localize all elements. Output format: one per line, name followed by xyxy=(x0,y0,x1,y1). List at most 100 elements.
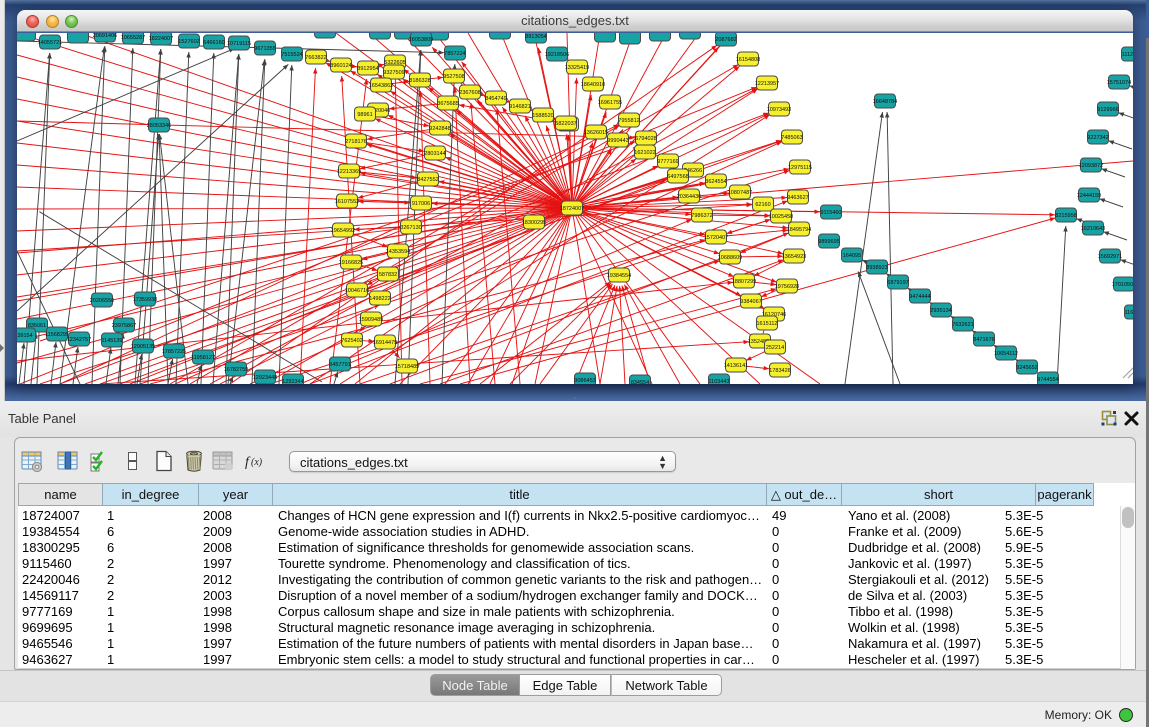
svg-text:12975115: 12975115 xyxy=(788,165,812,171)
svg-text:12213369: 12213369 xyxy=(337,169,361,175)
svg-text:8912954: 8912954 xyxy=(357,66,378,72)
svg-text:13325419: 13325419 xyxy=(565,65,589,71)
svg-text:15720407: 15720407 xyxy=(704,235,728,241)
svg-text:16107552: 16107552 xyxy=(335,199,359,205)
svg-text:1527602: 1527602 xyxy=(178,39,199,45)
svg-text:16782759: 16782759 xyxy=(224,367,248,373)
svg-text:14353594: 14353594 xyxy=(386,249,410,255)
svg-text:9671355: 9671355 xyxy=(254,46,275,52)
svg-text:9990443: 9990443 xyxy=(607,138,628,144)
svg-text:18724007: 18724007 xyxy=(560,206,584,212)
svg-text:11958127: 11958127 xyxy=(191,355,215,361)
svg-text:1145139: 1145139 xyxy=(101,338,122,344)
svg-text:12444159: 12444159 xyxy=(1077,193,1101,199)
svg-text:16648784: 16648784 xyxy=(873,99,897,105)
svg-text:16961755: 16961755 xyxy=(598,100,622,106)
svg-text:19218506: 19218506 xyxy=(545,52,569,58)
svg-text:9245652: 9245652 xyxy=(1016,365,1037,371)
svg-text:12093872: 12093872 xyxy=(1079,163,1103,169)
svg-text:8471676: 8471676 xyxy=(973,337,994,343)
svg-text:14136141: 14136141 xyxy=(724,363,748,369)
svg-text:1588520: 1588520 xyxy=(532,113,553,119)
svg-text:9129966: 9129966 xyxy=(1097,107,1118,113)
svg-text:10807487: 10807487 xyxy=(728,190,752,196)
svg-text:9457791: 9457791 xyxy=(329,362,350,368)
svg-text:9086453: 9086453 xyxy=(574,378,595,384)
svg-text:18224007: 18224007 xyxy=(149,36,173,42)
svg-text:6794028: 6794028 xyxy=(635,136,656,142)
svg-text:252214: 252214 xyxy=(766,345,784,351)
svg-text:9463627: 9463627 xyxy=(787,195,808,201)
svg-text:8427552: 8427552 xyxy=(417,177,438,183)
svg-text:10719115: 10719115 xyxy=(227,41,251,47)
svg-text:12213957: 12213957 xyxy=(755,81,779,87)
svg-text:6497568: 6497568 xyxy=(667,174,688,180)
svg-text:1621022: 1621022 xyxy=(634,150,655,156)
svg-text:9384067: 9384067 xyxy=(740,299,761,305)
svg-text:3675685: 3675685 xyxy=(437,101,458,107)
svg-text:19384554: 19384554 xyxy=(607,273,631,279)
svg-text:587832: 587832 xyxy=(379,272,397,278)
svg-text:15909489: 15909489 xyxy=(359,317,383,323)
svg-text:7515524: 7515524 xyxy=(281,52,302,58)
svg-text:9227342: 9227342 xyxy=(1087,135,1108,141)
svg-text:20691406: 20691406 xyxy=(93,33,117,39)
svg-text:16543862: 16543862 xyxy=(369,83,393,89)
svg-text:18495794: 18495794 xyxy=(787,227,811,233)
svg-text:3624554: 3624554 xyxy=(705,179,726,185)
svg-text:8215958: 8215958 xyxy=(1055,213,1076,219)
svg-text:98961: 98961 xyxy=(357,112,372,118)
svg-text:10655287: 10655287 xyxy=(121,35,145,41)
svg-text:17359938: 17359938 xyxy=(133,297,157,303)
svg-text:10654112: 10654112 xyxy=(994,351,1018,357)
svg-text:20364436: 20364436 xyxy=(677,194,701,200)
svg-text:7955812: 7955812 xyxy=(618,118,639,124)
svg-text:10025458: 10025458 xyxy=(769,214,793,220)
svg-text:16053809: 16053809 xyxy=(409,37,433,43)
svg-text:8938923: 8938923 xyxy=(866,265,887,271)
svg-text:7485063: 7485063 xyxy=(781,135,802,141)
svg-text:18640910: 18640910 xyxy=(581,82,605,88)
svg-text:15692971: 15692971 xyxy=(1098,254,1122,260)
svg-text:1292344: 1292344 xyxy=(282,379,303,384)
svg-text:1783426: 1783426 xyxy=(769,368,790,374)
svg-text:1103443: 1103443 xyxy=(708,379,729,384)
svg-text:2367608: 2367608 xyxy=(459,90,480,96)
svg-text:9527508: 9527508 xyxy=(443,74,464,80)
svg-text:2087682: 2087682 xyxy=(715,37,736,43)
svg-text:62160: 62160 xyxy=(755,202,770,208)
svg-text:12923448: 12923448 xyxy=(253,375,277,381)
svg-text:834554: 834554 xyxy=(631,380,649,384)
svg-text:11568295: 11568295 xyxy=(45,332,69,338)
svg-text:10688609: 10688609 xyxy=(718,255,742,261)
svg-text:28053346: 28053346 xyxy=(147,123,171,129)
svg-text:1498222: 1498222 xyxy=(369,296,390,302)
svg-text:7663822: 7663822 xyxy=(305,55,326,61)
svg-text:19166825: 19166825 xyxy=(339,260,363,266)
svg-text:164095: 164095 xyxy=(843,253,861,259)
svg-text:9327509: 9327509 xyxy=(383,70,404,76)
svg-text:17857225: 17857225 xyxy=(162,349,186,355)
svg-text:18807299: 18807299 xyxy=(732,279,756,285)
svg-text:2803144: 2803144 xyxy=(424,151,445,157)
svg-text:19756928: 19756928 xyxy=(775,284,799,290)
svg-text:9115460: 9115460 xyxy=(820,210,841,216)
svg-text:13654923: 13654923 xyxy=(782,254,806,260)
svg-text:10973493: 10973493 xyxy=(767,107,791,113)
svg-text:1615112: 1615112 xyxy=(756,321,777,327)
svg-text:7632621: 7632621 xyxy=(952,322,973,328)
svg-text:8960124: 8960124 xyxy=(330,63,351,69)
svg-text:9899695: 9899695 xyxy=(818,239,839,245)
svg-text:8454749: 8454749 xyxy=(485,96,506,102)
svg-text:17010504: 17010504 xyxy=(1112,282,1133,288)
svg-text:6879197: 6879197 xyxy=(887,280,908,286)
svg-text:16154808: 16154808 xyxy=(736,57,760,63)
svg-text:15718485: 15718485 xyxy=(395,364,419,370)
svg-text:12905135: 12905135 xyxy=(131,344,155,350)
svg-text:2718176: 2718176 xyxy=(345,139,366,145)
svg-text:1112543: 1112543 xyxy=(1122,52,1133,58)
svg-text:2935134: 2935134 xyxy=(930,308,951,314)
svg-text:(x): (x) xyxy=(251,457,263,468)
svg-text:20206556: 20206556 xyxy=(90,298,114,304)
svg-text:15751074: 15751074 xyxy=(1107,80,1131,86)
